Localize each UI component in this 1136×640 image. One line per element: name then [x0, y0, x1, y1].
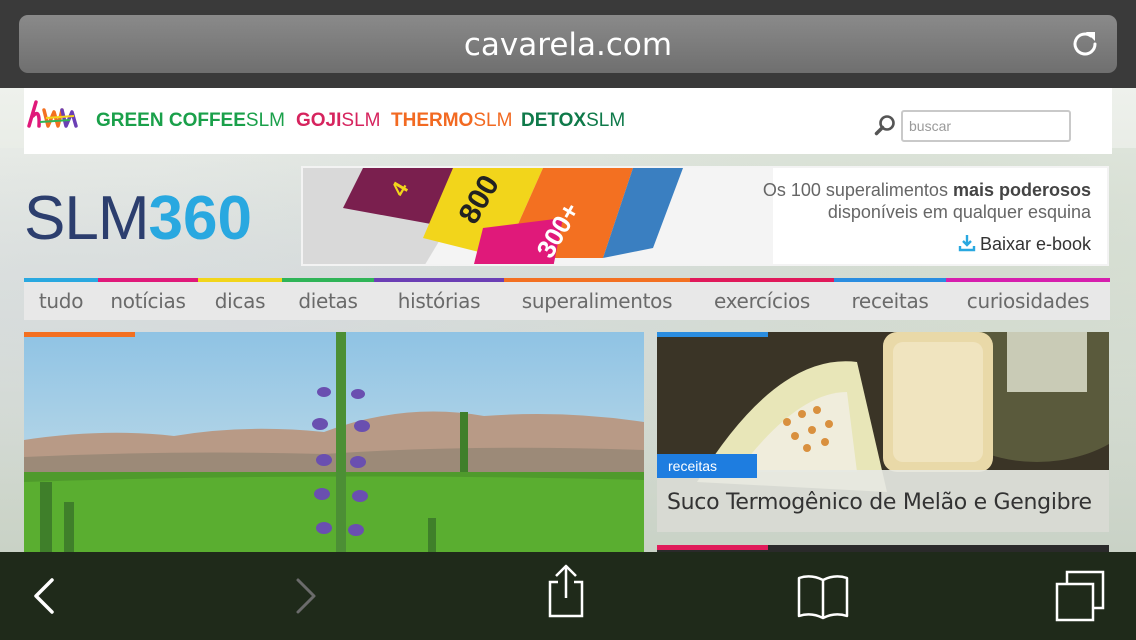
download-ebook-label: Baixar e-book: [979, 234, 1091, 254]
category-color-bar: [657, 332, 768, 337]
brand-goji-link[interactable]: GOJISLM: [296, 110, 380, 132]
category-color-bar: [24, 332, 135, 337]
address-bar[interactable]: cavarela.com: [19, 15, 1117, 73]
brand-bar: GREEN COFFEESLM GOJISLM THERMOSLM DETOXS…: [24, 88, 1112, 154]
url-text[interactable]: cavarela.com: [19, 27, 1117, 63]
brand-detox-link[interactable]: DETOXSLM: [521, 110, 625, 132]
share-button[interactable]: [542, 564, 590, 618]
browser-top-bar: cavarela.com: [0, 0, 1136, 88]
hw-logo[interactable]: [26, 96, 80, 132]
search-icon[interactable]: [874, 114, 896, 136]
banner-subheadline: disponíveis em qualquer esquina: [827, 202, 1091, 222]
download-icon: [958, 235, 976, 252]
nav-item-receitas[interactable]: receitas: [834, 278, 946, 320]
tabs-button[interactable]: [1052, 570, 1108, 622]
nav-item-exercicios[interactable]: exercícios: [690, 278, 834, 320]
browser-bottom-toolbar: [0, 552, 1136, 640]
nav-item-dietas[interactable]: dietas: [282, 278, 374, 320]
site-logo[interactable]: SLM360: [24, 184, 252, 254]
forward-button[interactable]: [290, 570, 324, 622]
search-input[interactable]: [901, 110, 1071, 142]
chevron-right-icon: [296, 578, 316, 614]
brand-green-coffee-link[interactable]: GREEN COFFEESLM: [96, 110, 285, 132]
book-icon: [797, 575, 849, 620]
download-ebook-link[interactable]: Baixar e-book: [958, 234, 1091, 255]
nav-item-historias[interactable]: histórias: [374, 278, 504, 320]
featured-article-next[interactable]: [657, 545, 1109, 552]
article-caption: Suco Termogênico de Melão e Gengibre: [657, 470, 1109, 532]
ebook-banner[interactable]: 4 800 300+ Os 100 superalimentos mais po…: [301, 166, 1109, 266]
category-nav: tudo notícias dicas dietas histórias sup…: [24, 278, 1110, 320]
chevron-left-icon: [34, 578, 54, 614]
category-color-bar: [657, 545, 768, 550]
featured-article-melon-juice[interactable]: Suco Termogênico de Melão e Gengibre rec…: [657, 332, 1109, 532]
share-icon: [548, 564, 584, 618]
nav-item-noticias[interactable]: notícias: [98, 278, 198, 320]
nav-item-tudo[interactable]: tudo: [24, 278, 98, 320]
back-button[interactable]: [26, 570, 60, 622]
bookmarks-button[interactable]: [794, 570, 852, 622]
nav-item-curiosidades[interactable]: curiosidades: [946, 278, 1110, 320]
article-title[interactable]: Suco Termogênico de Melão e Gengibre: [667, 490, 1092, 515]
nav-item-superalimentos[interactable]: superalimentos: [504, 278, 690, 320]
nav-item-dicas[interactable]: dicas: [198, 278, 282, 320]
superfoods-ebook-image: 4 800 300+: [303, 168, 773, 264]
category-badge[interactable]: receitas: [657, 454, 758, 478]
tabs-icon: [1055, 570, 1105, 622]
brand-thermo-link[interactable]: THERMOSLM: [391, 110, 512, 132]
web-page: GREEN COFFEESLM GOJISLM THERMOSLM DETOXS…: [0, 88, 1136, 552]
chia-field-image: [24, 332, 644, 552]
banner-headline: Os 100 superalimentos mais poderosos: [762, 180, 1091, 200]
reload-icon[interactable]: [1069, 28, 1101, 60]
featured-article-main[interactable]: [24, 332, 644, 552]
